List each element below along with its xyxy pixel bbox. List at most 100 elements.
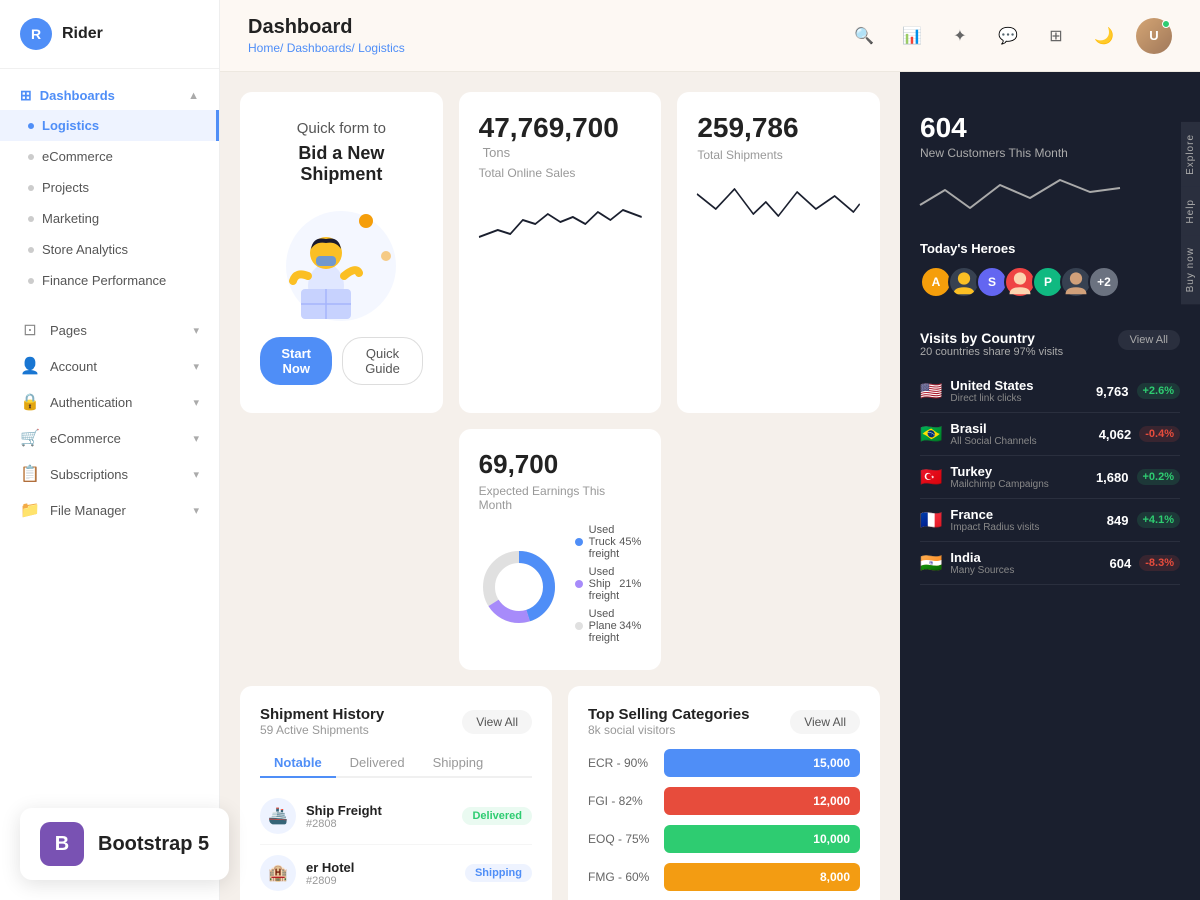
shipment-type-icon: 🚢	[260, 798, 296, 834]
settings-button[interactable]: ✦	[944, 20, 976, 52]
start-now-button[interactable]: Start Now	[260, 337, 332, 385]
vertical-actions: Explore Help Buy now	[1181, 122, 1200, 305]
hero-avatar-overflow: +2	[1088, 266, 1120, 298]
auth-icon: 🔒	[20, 392, 40, 412]
tab-notable[interactable]: Notable	[260, 749, 336, 778]
promo-subtitle: Bid a New Shipment	[260, 143, 423, 185]
theme-toggle[interactable]: 🌙	[1088, 20, 1120, 52]
file-manager-label: File Manager	[50, 503, 126, 518]
bar-eoq: EOQ - 75% 10,000	[588, 825, 860, 853]
flag-tr: 🇹🇷	[920, 467, 942, 488]
logo-area[interactable]: R Rider	[0, 0, 219, 69]
donut-legend: Used Truck freight 45% Used Ship freight…	[575, 524, 642, 650]
analytics-button[interactable]: 📊	[896, 20, 928, 52]
sidebar-item-store-analytics[interactable]: Store Analytics	[0, 234, 219, 265]
right-panel: Explore Help Buy now 604 New Customers T…	[900, 72, 1200, 900]
visits-by-country: Visits by Country 20 countries share 97%…	[900, 314, 1200, 900]
visits-view-all-button[interactable]: View All	[1118, 330, 1180, 350]
dashboards-group[interactable]: ⊞ Dashboards ▲	[0, 81, 219, 110]
auth-chevron: ▾	[193, 396, 199, 409]
active-dot	[28, 123, 34, 129]
sidebar-item-subscriptions[interactable]: 📋 Subscriptions ▾	[0, 456, 219, 492]
sidebar-item-ecommerce-nav[interactable]: 🛒 eCommerce ▾	[0, 420, 219, 456]
bar-track: 12,000	[664, 787, 860, 815]
buy-now-action[interactable]: Buy now	[1181, 235, 1200, 304]
sidebar-item-authentication[interactable]: 🔒 Authentication ▾	[0, 384, 219, 420]
sidebar-item-logistics[interactable]: Logistics	[0, 110, 219, 141]
country-info-tr: Turkey Mailchimp Campaigns	[950, 464, 1088, 490]
categories-card: Top Selling Categories 8k social visitor…	[568, 686, 880, 900]
shipment-id: #2809	[306, 875, 455, 887]
list-item: 🏨 er Hotel #2809 Shipping	[260, 845, 532, 900]
user-avatar-wrap: U	[1136, 18, 1172, 54]
shipment-view-all-button[interactable]: View All	[462, 710, 532, 734]
earnings-card: 69,700 Expected Earnings This Month	[459, 429, 662, 670]
sub-chevron: ▾	[193, 468, 199, 481]
categories-bars: ECR - 90% 15,000 FGI - 82% 12,000	[588, 749, 860, 900]
sidebar-item-pages[interactable]: ⊡ Pages ▾	[0, 312, 219, 348]
breadcrumb-dashboards: Dashboards/	[287, 41, 355, 55]
subscriptions-label: Subscriptions	[50, 467, 128, 482]
dashboard-main: Quick form to Bid a New Shipment	[220, 72, 900, 900]
active-shipments-count: 59 Active Shipments	[260, 723, 384, 737]
promo-illustration	[271, 201, 411, 321]
bottom-row: Shipment History 59 Active Shipments Vie…	[240, 686, 880, 900]
logo-icon: R	[20, 18, 52, 50]
categories-view-all-button[interactable]: View All	[790, 710, 860, 734]
sidebar-item-file-manager[interactable]: 📁 File Manager ▾	[0, 492, 219, 528]
legend-truck: Used Truck freight 45%	[575, 524, 642, 560]
stat-value: 259,786	[697, 112, 860, 144]
sidebar-item-projects[interactable]: Projects	[0, 172, 219, 203]
sidebar-item-ecommerce[interactable]: eCommerce	[0, 141, 219, 172]
breadcrumb: Home/ Dashboards/ Logistics	[248, 41, 405, 55]
dashboards-label: Dashboards	[40, 88, 115, 103]
visits-subtitle: 20 countries share 97% visits	[920, 346, 1063, 358]
flag-br: 🇧🇷	[920, 424, 942, 445]
account-label: Account	[50, 359, 97, 374]
messages-button[interactable]: 💬	[992, 20, 1024, 52]
sidebar-item-marketing[interactable]: Marketing	[0, 203, 219, 234]
help-action[interactable]: Help	[1181, 187, 1200, 236]
sidebar-item-finance-performance[interactable]: Finance Performance	[0, 265, 219, 296]
change-badge: +2.6%	[1137, 383, 1181, 399]
search-button[interactable]: 🔍	[848, 20, 880, 52]
dot	[28, 247, 34, 253]
donut-chart	[479, 547, 559, 627]
fm-chevron: ▾	[193, 504, 199, 517]
categories-subtitle: 8k social visitors	[588, 723, 749, 737]
dot	[28, 216, 34, 222]
change-badge: -8.3%	[1139, 555, 1180, 571]
subscriptions-icon: 📋	[20, 464, 40, 484]
breadcrumb-current: Logistics	[358, 41, 405, 55]
heroes-avatars: A S P +2	[920, 266, 1180, 298]
sidebar-item-account[interactable]: 👤 Account ▾	[0, 348, 219, 384]
tab-shipping[interactable]: Shipping	[419, 749, 498, 778]
legend-ship: Used Ship freight 21%	[575, 566, 642, 602]
bar-ecr: ECR - 90% 15,000	[588, 749, 860, 777]
quick-guide-button[interactable]: Quick Guide	[342, 337, 422, 385]
sidebar-item-label: Logistics	[42, 118, 99, 133]
page-title: Dashboard	[248, 16, 405, 39]
bootstrap-watermark: B Bootstrap 5	[20, 808, 229, 880]
second-cards-row: 69,700 Expected Earnings This Month	[240, 429, 880, 670]
bar-track: 10,000	[664, 825, 860, 853]
bar-track: 8,000	[664, 863, 860, 891]
flag-in: 🇮🇳	[920, 553, 942, 574]
donut-wrap: Used Truck freight 45% Used Ship freight…	[479, 524, 642, 650]
explore-action[interactable]: Explore	[1181, 122, 1200, 187]
categories-title-area: Top Selling Categories 8k social visitor…	[588, 706, 749, 737]
country-row-br: 🇧🇷 Brasil All Social Channels 4,062 -0.4…	[920, 413, 1180, 456]
app-name: Rider	[62, 25, 103, 43]
top-cards-row: Quick form to Bid a New Shipment	[240, 92, 880, 413]
status-badge: Shipping	[465, 864, 532, 882]
shipment-info: er Hotel #2809	[306, 860, 455, 887]
visits-title: Visits by Country	[920, 330, 1063, 346]
pages-section: ⊡ Pages ▾ 👤 Account ▾ 🔒 Authentication ▾…	[0, 300, 219, 532]
sidebar: R Rider ⊞ Dashboards ▲ Logistics eCommer…	[0, 0, 220, 900]
sidebar-item-label: Marketing	[42, 211, 99, 226]
grid-button[interactable]: ⊞	[1040, 20, 1072, 52]
promo-title: Quick form to	[297, 120, 386, 137]
file-manager-icon: 📁	[20, 500, 40, 520]
customers-chart	[920, 170, 1180, 225]
tab-delivered[interactable]: Delivered	[336, 749, 419, 778]
